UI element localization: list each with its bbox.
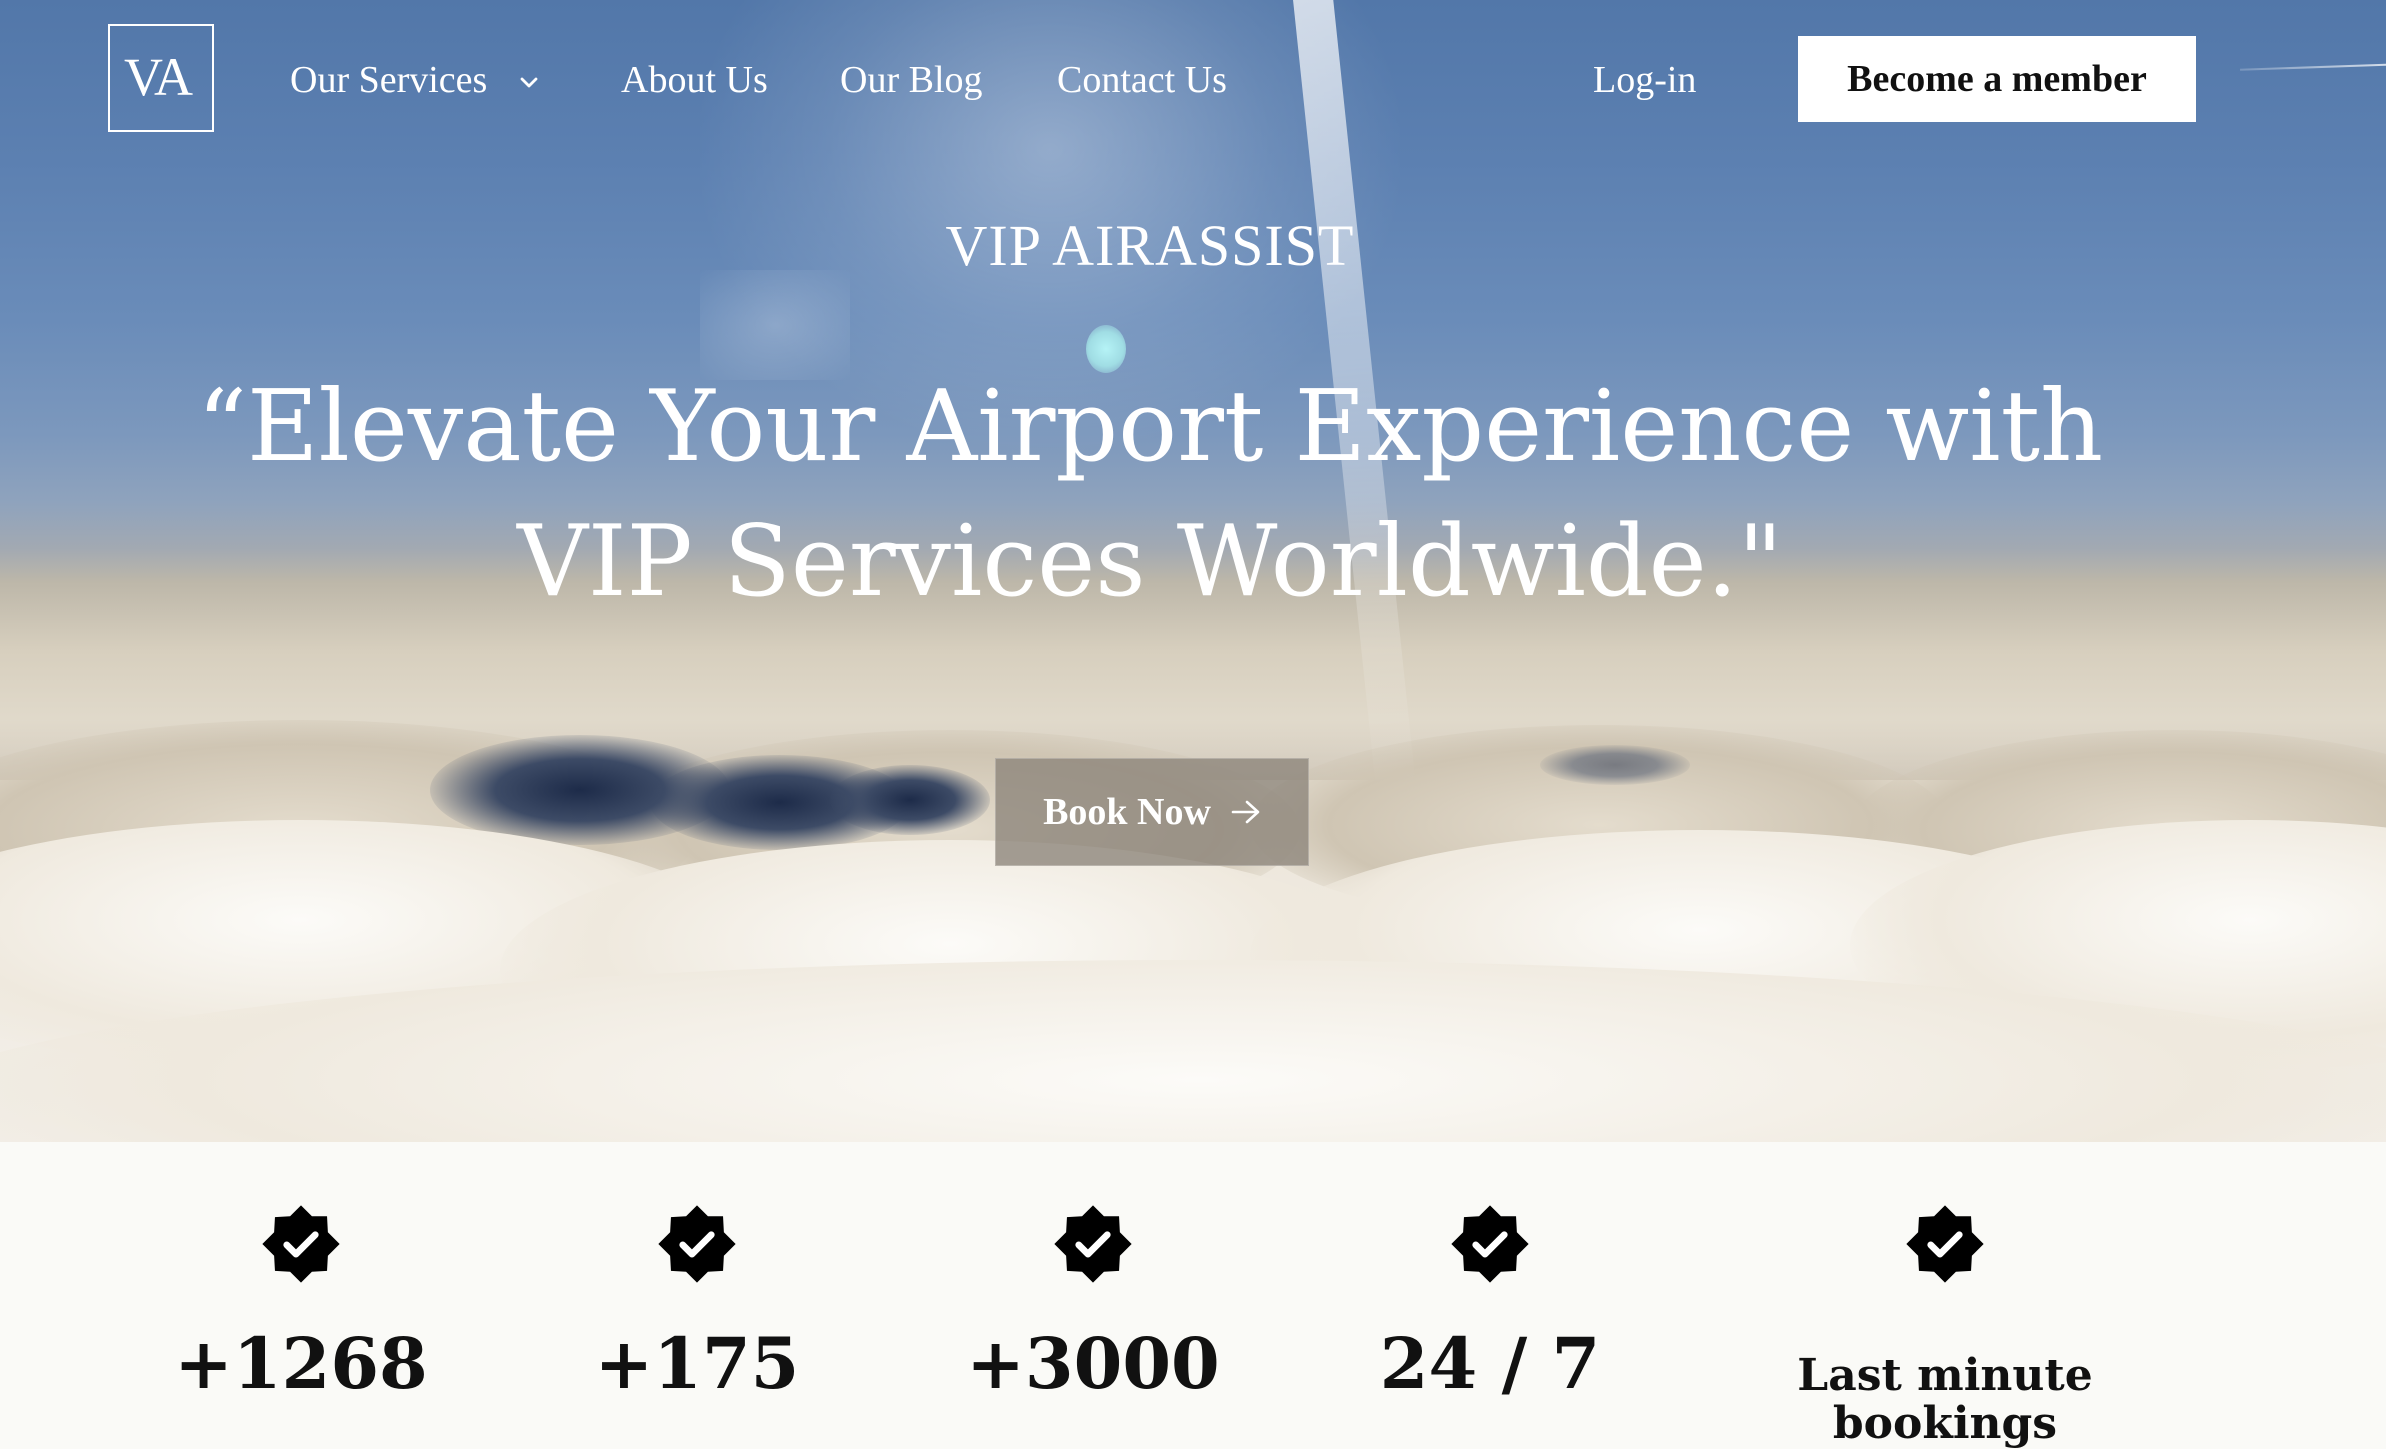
- nav-contact-us[interactable]: Contact Us: [1057, 58, 1227, 102]
- book-now-label: Book Now: [1043, 791, 1211, 833]
- contrail: [2240, 63, 2386, 71]
- verified-badge-icon: [658, 1205, 736, 1283]
- stat-value: +3000: [966, 1322, 1220, 1405]
- become-member-label: Become a member: [1847, 58, 2147, 100]
- stat-item: 24 / 7: [1340, 1142, 1640, 1442]
- nav-our-blog[interactable]: Our Blog: [840, 58, 983, 102]
- stats-section: +1268 +175 +3000 24 / 7 Last minute book…: [0, 1142, 2386, 1448]
- nav-login[interactable]: Log-in: [1593, 58, 1696, 102]
- site-logo[interactable]: VA: [108, 24, 214, 132]
- stat-value: Last minute bookings: [1797, 1350, 2093, 1449]
- hero-section: VA Our Services About Us Our Blog Contac…: [0, 0, 2386, 1142]
- nav-our-services[interactable]: Our Services: [290, 58, 487, 102]
- stat-item: Last minute bookings: [1795, 1142, 2095, 1448]
- cloud-shadow: [830, 765, 990, 835]
- cloud-shadow: [1540, 745, 1690, 785]
- verified-badge-icon: [1451, 1205, 1529, 1283]
- nav-about-us[interactable]: About Us: [621, 58, 768, 102]
- brand-name: VIP AIRASSIST: [945, 213, 1355, 278]
- arrow-right-icon: [1231, 800, 1260, 824]
- stat-item: +1268: [151, 1142, 451, 1442]
- stat-value: +1268: [174, 1322, 428, 1405]
- verified-badge-icon: [262, 1205, 340, 1283]
- verified-badge-icon: [1054, 1205, 1132, 1283]
- book-now-button[interactable]: Book Now: [995, 758, 1309, 866]
- top-navigation: VA Our Services About Us Our Blog Contac…: [0, 0, 2386, 140]
- become-member-button[interactable]: Become a member: [1798, 36, 2196, 122]
- verified-badge-icon: [1906, 1205, 1984, 1283]
- stat-value: 24 / 7: [1379, 1322, 1601, 1405]
- stat-item: +175: [547, 1142, 847, 1442]
- hero-headline: “Elevate Your Airport Experience with VI…: [196, 370, 2104, 619]
- chevron-down-icon[interactable]: [520, 76, 538, 90]
- stat-value: +175: [594, 1322, 800, 1405]
- stat-item: +3000: [943, 1142, 1243, 1442]
- logo-text: VA: [124, 47, 193, 107]
